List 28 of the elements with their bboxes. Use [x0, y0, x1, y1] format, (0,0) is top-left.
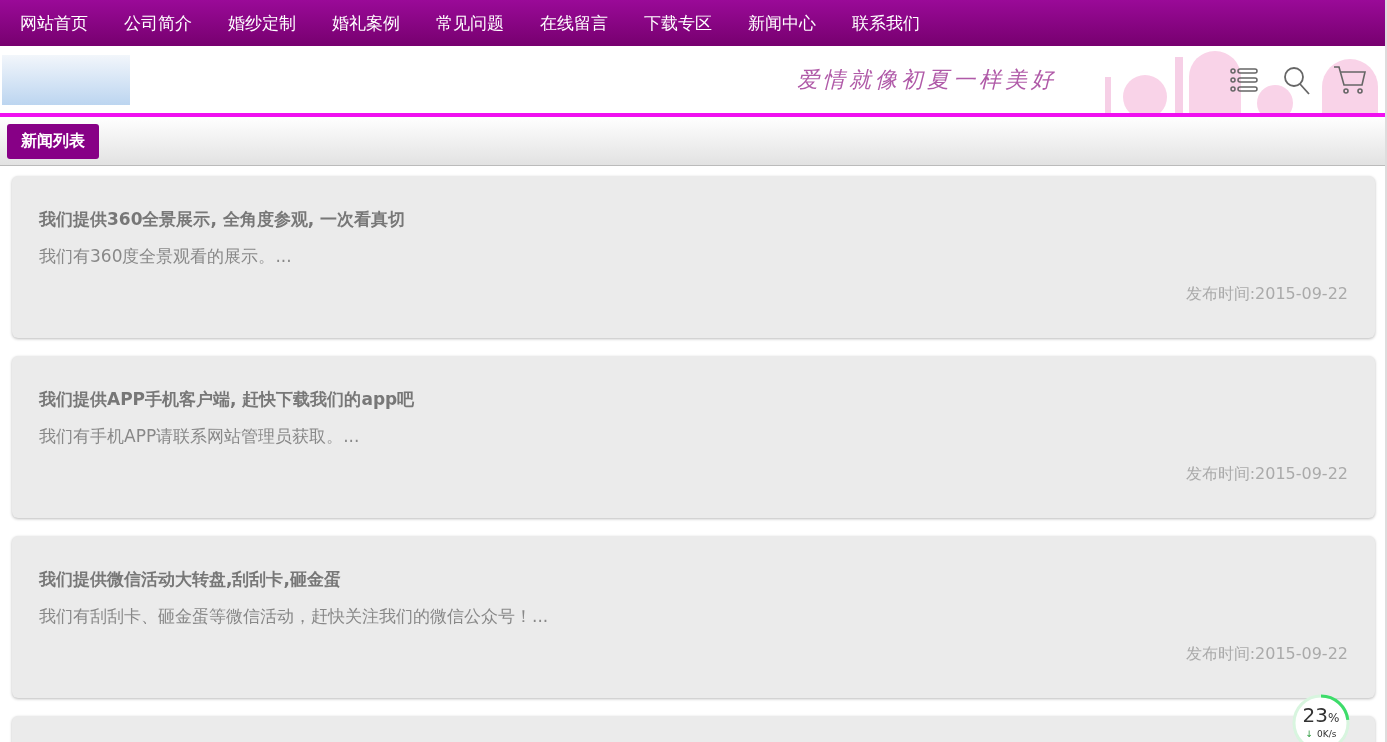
news-card[interactable]: 我们提供微信活动大转盘,刮刮卡,砸金蛋 我们有刮刮卡、砸金蛋等微信活动，赶快关注我们的微信公众号！... 发布时间:2015-09-22	[12, 536, 1375, 698]
nav-link[interactable]: 网站首页	[2, 0, 106, 46]
nav-link[interactable]: 婚礼案例	[314, 0, 418, 46]
nav-link[interactable]: 下载专区	[626, 0, 730, 46]
nav-link[interactable]: 公司简介	[106, 0, 210, 46]
slogan-text: 爱情就像初夏一样美好	[797, 65, 1057, 94]
news-card[interactable]: 我们提供APP手机客户端, 赶快下载我们的app吧 我们有手机APP请联系网站管理员获取。... 发布时间:2015-09-22	[12, 356, 1375, 518]
news-date: 发布时间:2015-09-22	[1184, 644, 1348, 665]
news-summary: 我们有刮刮卡、砸金蛋等微信活动，赶快关注我们的微信公众号！...	[39, 605, 550, 628]
news-title: 我们提供微信活动大转盘,刮刮卡,砸金蛋	[39, 568, 342, 591]
news-date: 发布时间:2015-09-22	[1184, 284, 1348, 305]
percent-text: 23%	[1302, 704, 1340, 729]
news-title: 我们提供APP手机客户端, 赶快下载我们的app吧	[39, 388, 416, 411]
news-date: 发布时间:2015-09-22	[1184, 464, 1348, 485]
search-icon[interactable]	[1281, 64, 1311, 95]
section-title: 新闻列表	[7, 123, 99, 159]
nav-link[interactable]: 在线留言	[522, 0, 626, 46]
news-summary: 我们有手机APP请联系网站管理员获取。...	[39, 425, 361, 448]
speed-text: 0K/s	[1317, 729, 1337, 739]
news-summary: 我们有360度全景观看的展示。...	[39, 245, 293, 268]
nav-link[interactable]: 常见问题	[418, 0, 522, 46]
nav-link[interactable]: 联系我们	[834, 0, 938, 46]
down-arrow-icon: ↓	[1305, 729, 1314, 739]
nav-link[interactable]: 婚纱定制	[210, 0, 314, 46]
nav-link[interactable]: 新闻中心	[730, 0, 834, 46]
news-card[interactable]: 我们提供360全景展示, 全角度参观, 一次看真切 我们有360度全景观看的展示。... 发布时间:2015-09-22	[12, 176, 1375, 338]
cart-icon[interactable]	[1333, 64, 1367, 95]
news-title: 我们提供360全景展示, 全角度参观, 一次看真切	[39, 208, 407, 231]
